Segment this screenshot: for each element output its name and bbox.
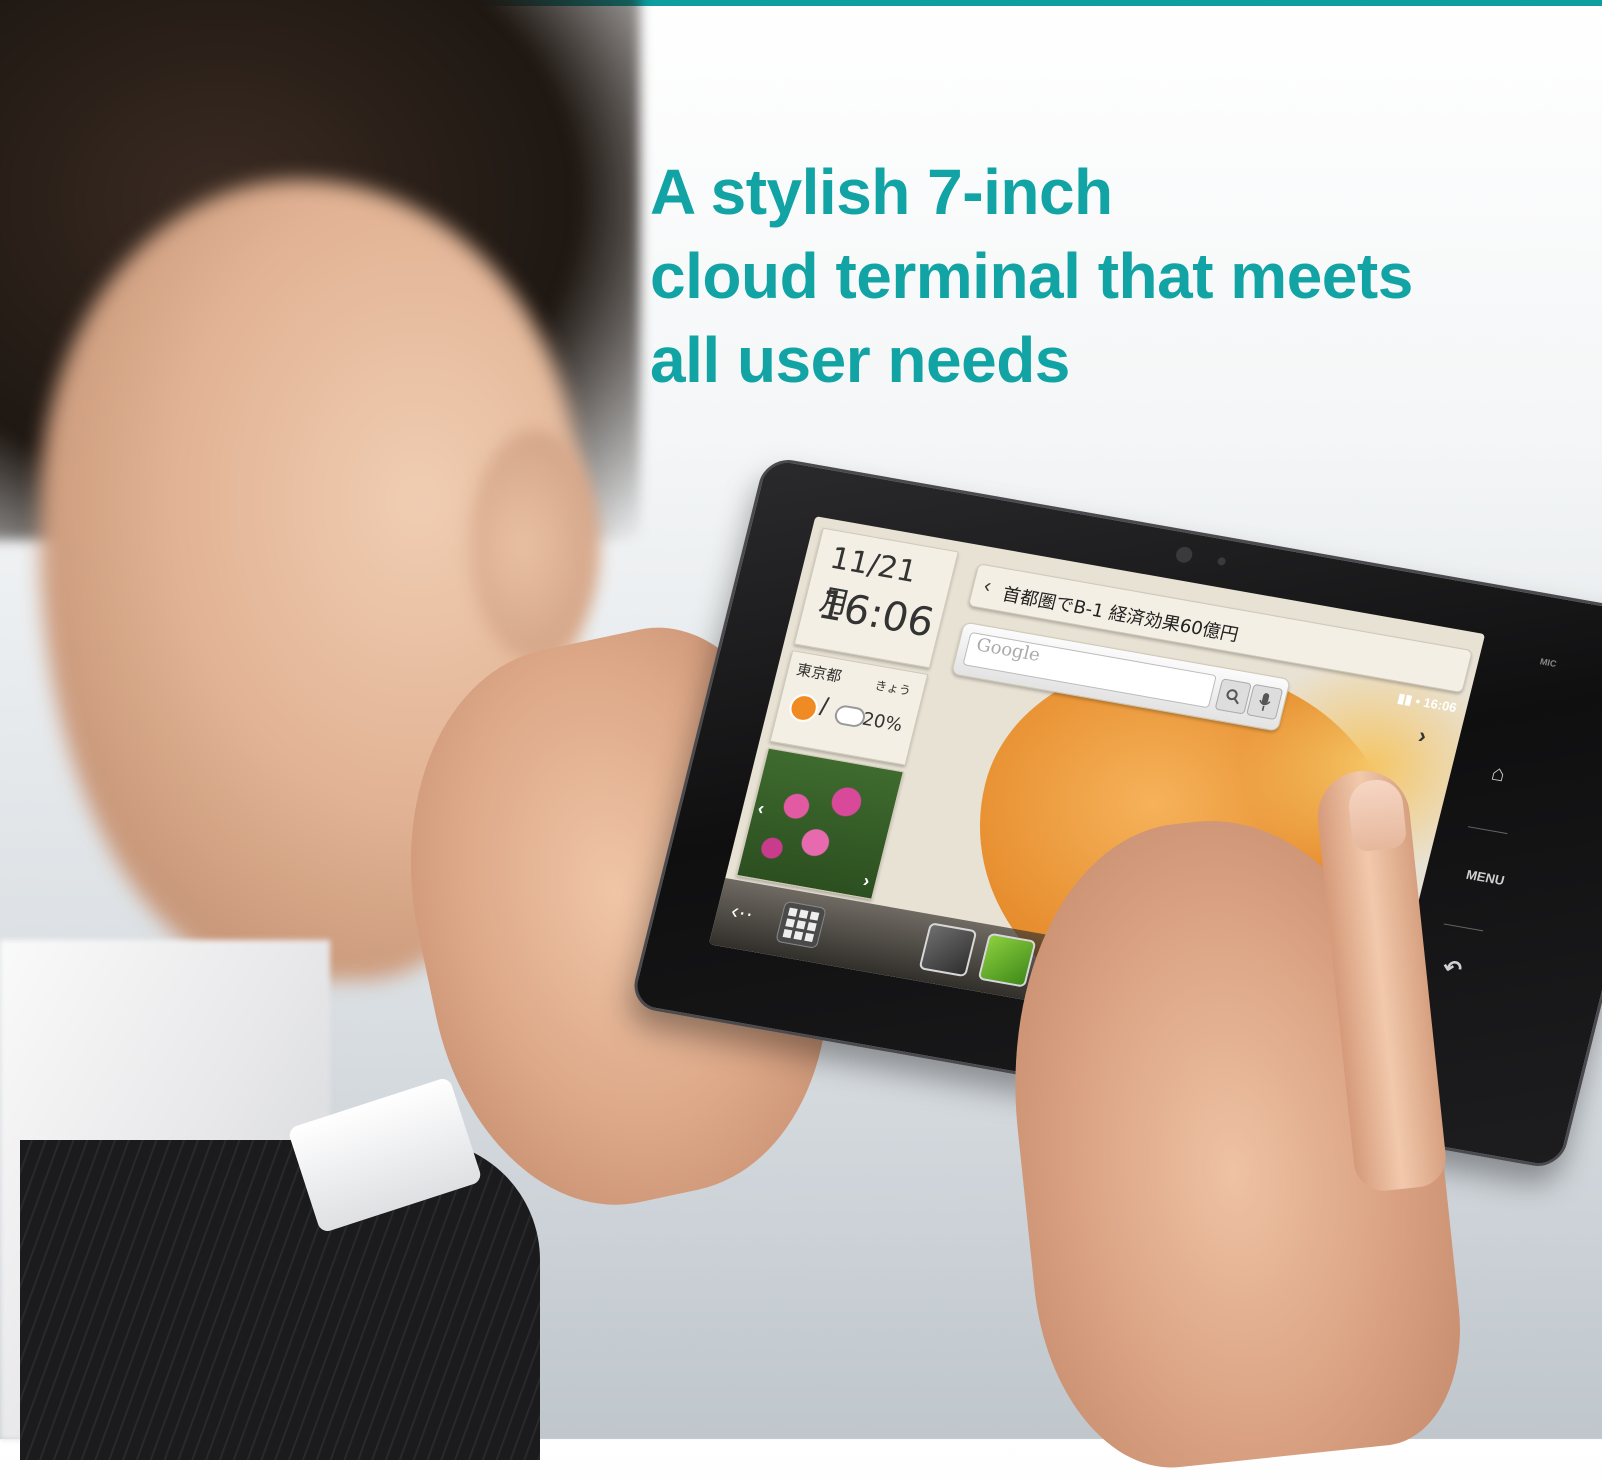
front-camera-icon bbox=[1174, 545, 1195, 564]
chevron-left-icon[interactable]: ‹ bbox=[981, 575, 994, 599]
key-divider bbox=[1443, 923, 1484, 932]
weather-widget[interactable]: 東京都 きょう / 20% bbox=[769, 650, 929, 766]
rain-chance: 20% bbox=[860, 708, 905, 737]
photo-next-icon[interactable]: › bbox=[861, 870, 872, 891]
search-button[interactable] bbox=[1214, 678, 1252, 715]
light-sensor-icon bbox=[1216, 556, 1227, 566]
dock-back-icon[interactable]: ‹·· bbox=[728, 898, 757, 927]
photo-prev-icon[interactable]: ‹ bbox=[756, 798, 767, 819]
sun-icon bbox=[786, 691, 821, 725]
search-icon bbox=[1226, 689, 1239, 705]
back-key-icon[interactable]: ↶ bbox=[1440, 954, 1464, 982]
voice-search-button[interactable] bbox=[1246, 683, 1284, 721]
headline-line-2: cloud terminal that meets bbox=[650, 240, 1413, 312]
menu-key[interactable]: MENU bbox=[1465, 867, 1506, 888]
microphone-icon bbox=[1259, 693, 1271, 711]
weather-separator: / bbox=[816, 691, 832, 722]
home-key-icon[interactable]: ⌂ bbox=[1489, 760, 1508, 788]
app-drawer-button[interactable] bbox=[775, 900, 827, 949]
signal-icon: ▮▮ bbox=[1396, 690, 1414, 708]
headline-line-1: A stylish 7-inch bbox=[650, 156, 1113, 228]
weather-city: 東京都 bbox=[794, 660, 844, 686]
photo-frame-widget[interactable]: ‹ › bbox=[736, 747, 905, 900]
messages-icon[interactable] bbox=[977, 932, 1037, 988]
clock-widget[interactable]: 11/21 月 16:06 bbox=[793, 527, 959, 669]
weather-day: きょう bbox=[873, 678, 913, 699]
battery-icon: ▪ bbox=[1413, 693, 1423, 709]
key-divider bbox=[1467, 826, 1508, 835]
pinstripe-suit bbox=[20, 1140, 540, 1460]
headline-line-3: all user needs bbox=[650, 324, 1070, 396]
person-ear bbox=[470, 430, 600, 660]
contacts-icon[interactable] bbox=[918, 922, 978, 978]
headline: A stylish 7-inch cloud terminal that mee… bbox=[650, 150, 1570, 402]
mic-label: MIC bbox=[1538, 656, 1558, 669]
